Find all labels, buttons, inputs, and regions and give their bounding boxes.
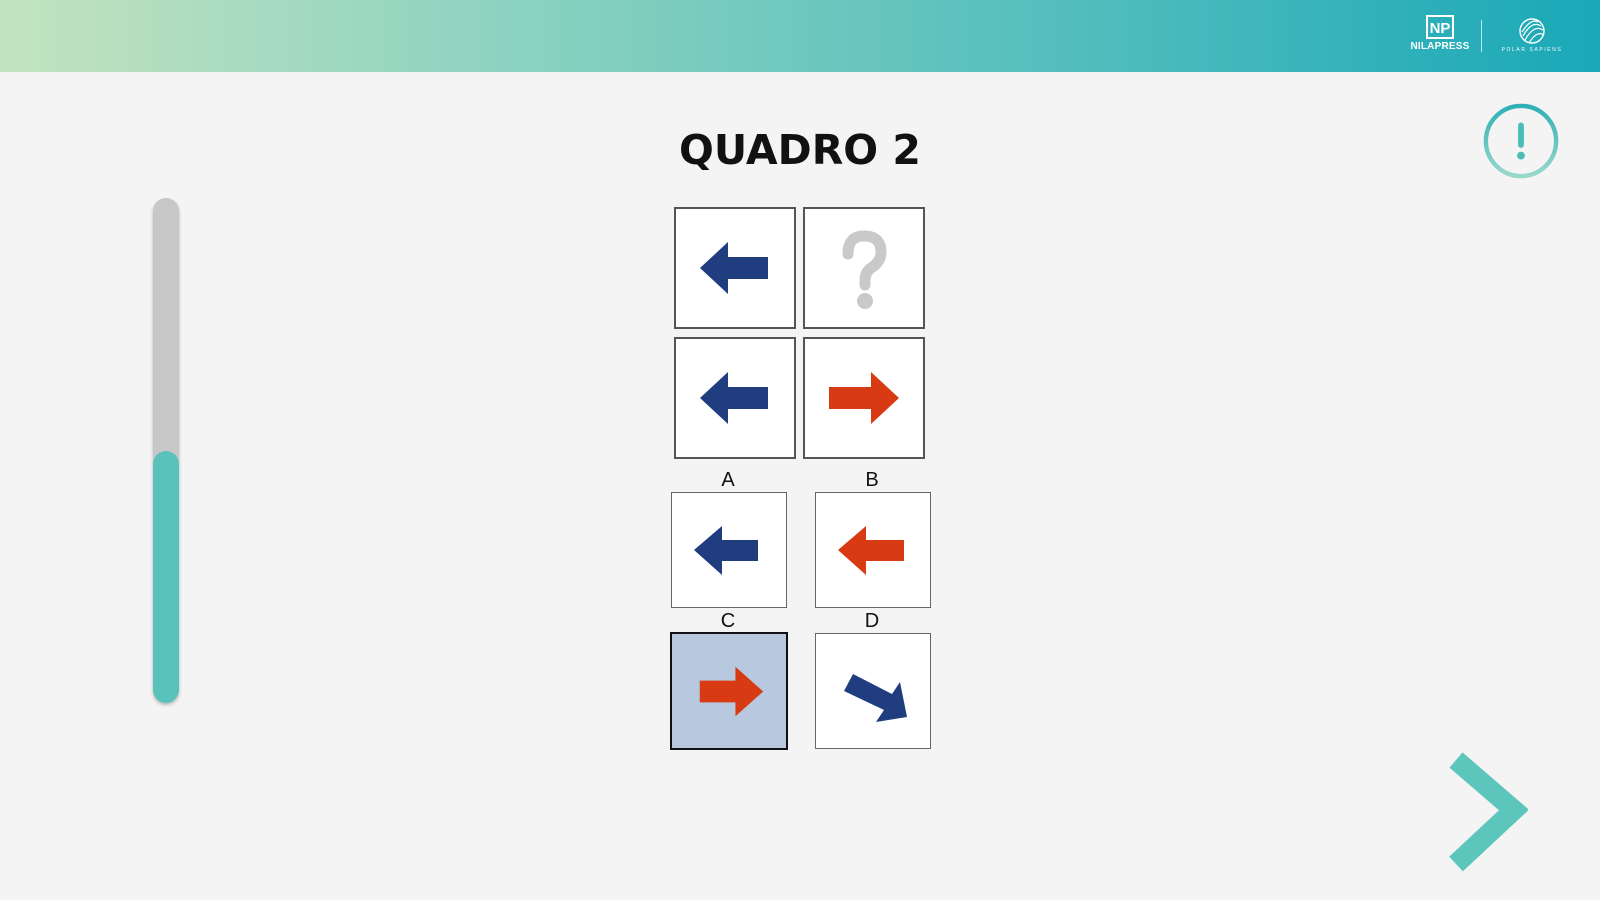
- nilapress-logo-icon: NP: [1426, 15, 1454, 39]
- nilapress-logo-text: NILAPRESS: [1410, 41, 1470, 52]
- nilapress-logo: NP NILAPRESS: [1400, 14, 1480, 58]
- option-a-button[interactable]: [671, 492, 787, 608]
- arrow-left-icon: [694, 526, 758, 575]
- progress-fill: [153, 450, 179, 703]
- alert-button[interactable]: [1482, 102, 1560, 180]
- page-title: QUADRO 2: [679, 126, 921, 174]
- grid-cell-bottom-left: [674, 337, 796, 459]
- option-c-button[interactable]: [670, 632, 788, 750]
- question-mark-icon: [842, 230, 887, 309]
- polar-sapiens-logo: POLAR SAPIENS: [1492, 16, 1572, 60]
- option-d-button[interactable]: [815, 633, 931, 749]
- polar-sapiens-logo-text: POLAR SAPIENS: [1501, 47, 1563, 53]
- arrow-left-icon: [838, 526, 904, 575]
- logo-divider: [1481, 20, 1482, 52]
- header-bar: NP NILAPRESS POLAR SAPIENS: [0, 0, 1600, 72]
- grid-cell-top-left: [674, 207, 796, 329]
- option-b-button[interactable]: [815, 492, 931, 608]
- arrow-right-icon: [829, 372, 899, 424]
- grid-cell-bottom-right: [803, 337, 925, 459]
- option-b-label: B: [865, 469, 879, 491]
- arrow-down-right-icon: [844, 674, 907, 722]
- next-button[interactable]: [1448, 752, 1529, 872]
- svg-text:NP: NP: [1430, 20, 1451, 37]
- progress-bar: [153, 198, 179, 703]
- arrow-left-icon: [700, 372, 768, 424]
- option-d-label: D: [864, 610, 880, 632]
- option-a-label: A: [721, 469, 735, 491]
- arrow-right-icon: [699, 666, 764, 717]
- exclamation-circle-icon: [1483, 103, 1559, 179]
- option-c-label: C: [720, 610, 736, 632]
- chevron-right-icon: [1449, 752, 1529, 872]
- arrow-left-icon: [700, 242, 768, 294]
- grid-cell-top-right: [803, 207, 925, 329]
- globe-icon: [1519, 18, 1545, 44]
